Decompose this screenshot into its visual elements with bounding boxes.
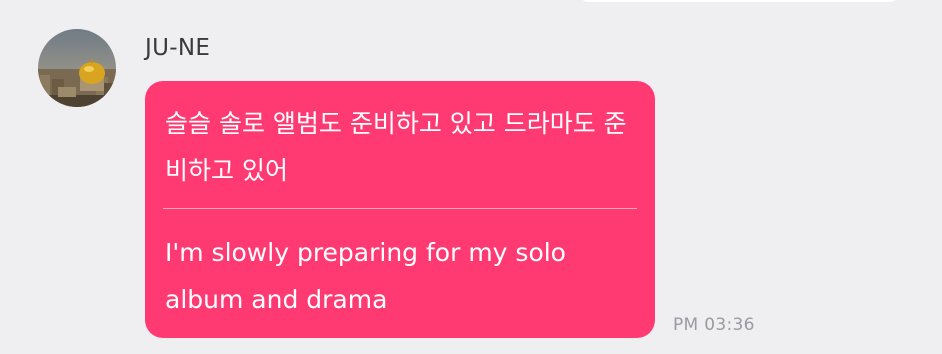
avatar-photo-icon <box>38 29 116 107</box>
previous-message-edge <box>580 0 898 2</box>
message-text-korean: 슬슬 솔로 앨범도 준비하고 있고 드라마도 준비하고 있어 <box>165 109 627 185</box>
message-text-english: I'm slowly preparing for my solo album a… <box>165 238 566 314</box>
translation-divider <box>163 208 637 209</box>
avatar[interactable] <box>38 29 116 107</box>
message-timestamp: PM 03:36 <box>673 315 755 335</box>
message-bubble[interactable]: 슬슬 솔로 앨범도 준비하고 있고 드라마도 준비하고 있어 I'm slowl… <box>145 81 655 338</box>
sender-name: JU-NE <box>145 35 211 61</box>
